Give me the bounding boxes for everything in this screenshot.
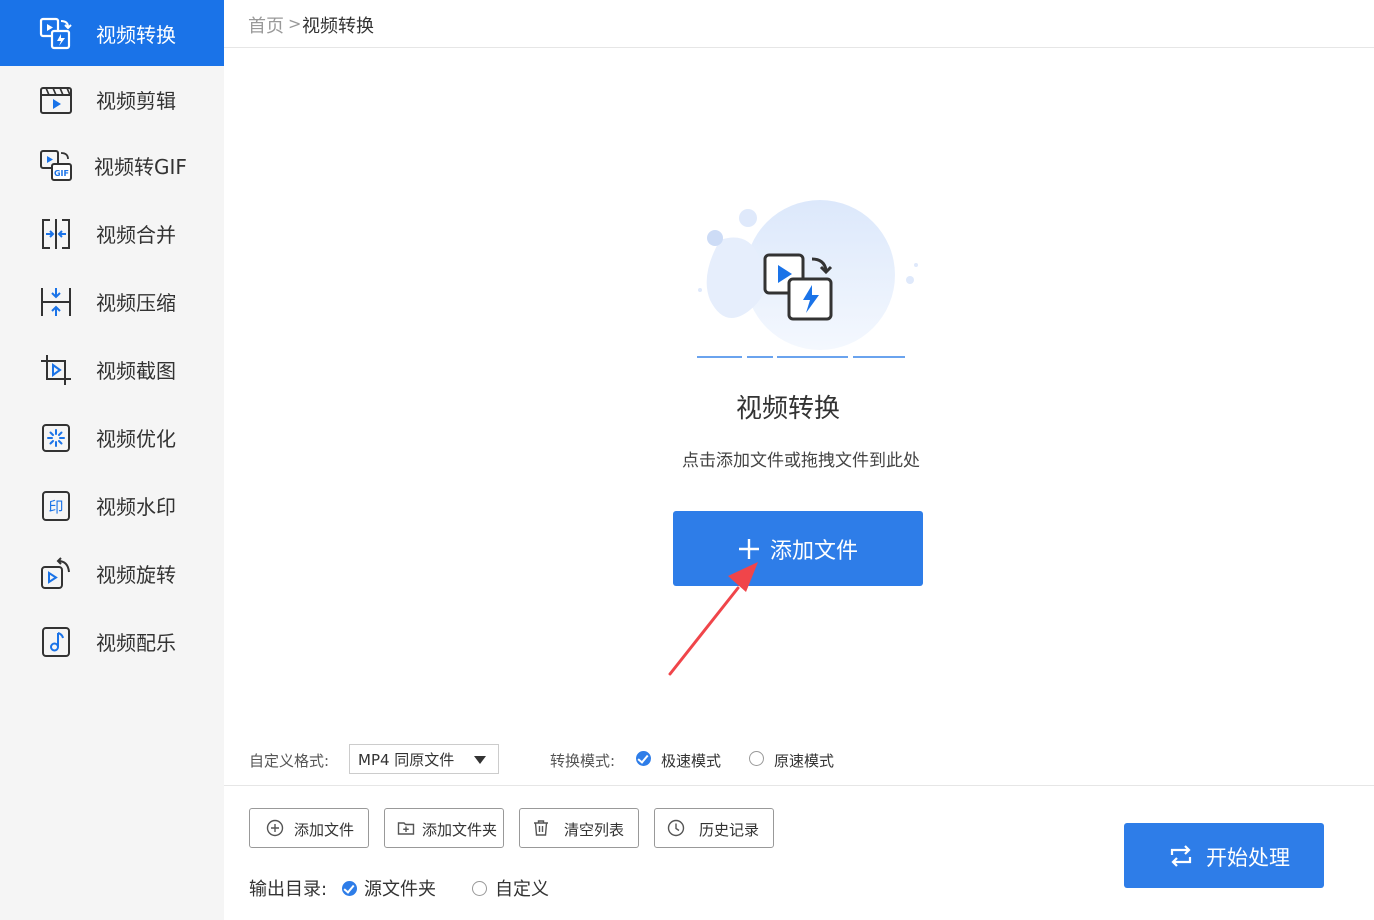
output-source-folder-radio[interactable] <box>342 881 357 896</box>
clock-icon <box>667 819 685 837</box>
watermark-glyph: 印 <box>48 498 63 516</box>
toolbar-add-folder-label: 添加文件夹 <box>422 821 498 839</box>
sidebar-item-label: 视频压缩 <box>96 290 176 315</box>
toolbar-clear-list-label: 清空列表 <box>564 821 625 839</box>
sidebar-item-label: 视频合并 <box>96 222 176 247</box>
mode-original-label[interactable]: 原速模式 <box>774 750 834 771</box>
video-music-icon <box>38 624 74 660</box>
add-file-button-label: 添加文件 <box>769 538 858 564</box>
toolbar-history-button[interactable]: 历史记录 <box>654 808 774 848</box>
sidebar-item-video-clip[interactable]: 视频剪辑 <box>0 66 224 132</box>
sidebar: 视频转换 视频剪辑 GIF 视频转GIF 视频合并 视频压缩 视频截图 视频优化… <box>0 0 224 920</box>
video-to-gif-icon: GIF <box>38 148 74 184</box>
sidebar-item-video-rotate[interactable]: 视频旋转 <box>0 540 224 606</box>
mode-original-radio[interactable] <box>749 751 764 766</box>
breadcrumb-current: 视频转换 <box>302 16 374 37</box>
sidebar-item-video-convert[interactable]: 视频转换 <box>0 0 224 66</box>
format-select-value: MP4 同原文件 <box>358 750 455 769</box>
dropzone-title-wrap: 视频转换 <box>0 388 1374 425</box>
caret-down-icon <box>474 756 486 764</box>
dropzone-title: 视频转换 <box>735 394 840 424</box>
options-row: 自定义格式: MP4 同原文件 转换模式: 极速模式 原速模式 <box>224 740 1374 786</box>
sidebar-item-label: 视频旋转 <box>96 562 176 587</box>
video-screenshot-icon <box>38 352 74 388</box>
sidebar-item-video-watermark[interactable]: 印 视频水印 <box>0 472 224 538</box>
start-processing-button[interactable]: 开始处理 <box>1124 823 1324 888</box>
toolbar-add-file-button[interactable]: 添加文件 <box>249 808 369 848</box>
toolbar-add-file-label: 添加文件 <box>294 821 355 839</box>
video-compress-icon <box>38 284 74 320</box>
output-custom-label[interactable]: 自定义 <box>495 875 549 901</box>
toolbar-add-folder-button[interactable]: 添加文件夹 <box>384 808 504 848</box>
sidebar-item-label: 视频优化 <box>96 426 176 451</box>
sidebar-item-video-compress[interactable]: 视频压缩 <box>0 268 224 334</box>
sidebar-item-label: 视频水印 <box>96 494 176 519</box>
annotation-arrow-icon <box>668 562 758 676</box>
video-clip-icon <box>38 82 74 118</box>
trash-icon <box>534 820 548 836</box>
mode-fast-radio[interactable] <box>636 751 651 766</box>
breadcrumb-home-link[interactable]: 首页 <box>248 12 284 38</box>
convert-illustration <box>697 200 918 358</box>
video-convert-icon <box>38 16 74 52</box>
video-watermark-icon: 印 <box>38 488 74 524</box>
breadcrumb-separator: > <box>288 14 302 33</box>
add-circle-icon <box>266 819 284 837</box>
gif-badge-text: GIF <box>54 169 69 178</box>
format-select[interactable]: MP4 同原文件 <box>349 744 499 774</box>
format-label: 自定义格式: <box>249 752 330 770</box>
output-custom-radio[interactable] <box>472 881 487 896</box>
video-rotate-icon <box>38 556 74 592</box>
sidebar-item-video-music[interactable]: 视频配乐 <box>0 608 224 674</box>
toolbar-clear-list-button[interactable]: 清空列表 <box>519 808 639 848</box>
mode-label: 转换模式: <box>550 752 616 770</box>
repeat-icon <box>1170 845 1192 867</box>
sidebar-item-label: 视频转GIF <box>94 154 187 179</box>
output-source-folder-label[interactable]: 源文件夹 <box>364 875 436 901</box>
toolbar-history-label: 历史记录 <box>699 821 760 839</box>
sidebar-item-label: 视频截图 <box>96 358 176 383</box>
breadcrumb: 首页 > 视频转换 <box>224 0 1374 48</box>
mode-fast-label[interactable]: 极速模式 <box>661 750 721 771</box>
sidebar-item-label: 视频转换 <box>96 22 176 47</box>
start-processing-label: 开始处理 <box>1206 846 1290 870</box>
video-merge-icon <box>38 216 74 252</box>
dropzone-hint: 点击添加文件或拖拽文件到此处 <box>682 451 920 471</box>
sidebar-item-video-merge[interactable]: 视频合并 <box>0 200 224 266</box>
output-dir-label: 输出目录: <box>249 879 328 900</box>
sidebar-item-video-to-gif[interactable]: GIF 视频转GIF <box>0 132 224 198</box>
sidebar-item-label: 视频配乐 <box>96 630 176 655</box>
sidebar-item-label: 视频剪辑 <box>96 88 176 113</box>
app-window: 视频转换 视频剪辑 GIF 视频转GIF 视频合并 视频压缩 视频截图 视频优化… <box>0 0 1374 920</box>
add-folder-icon <box>397 822 415 835</box>
video-optimize-icon <box>38 420 74 456</box>
